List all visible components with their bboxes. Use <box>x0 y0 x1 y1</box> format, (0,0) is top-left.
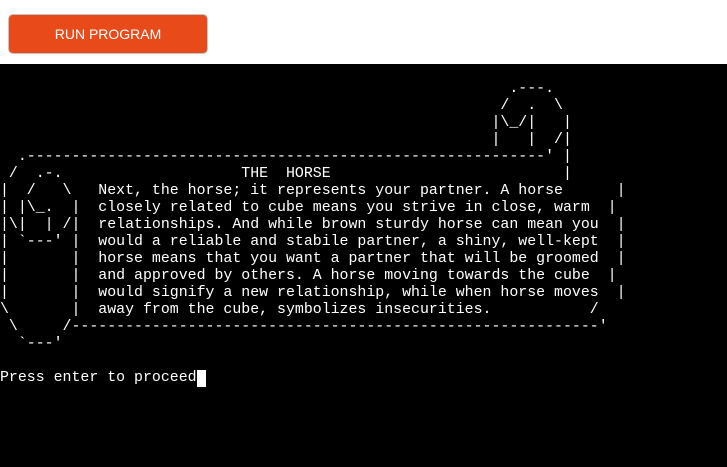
text-cursor <box>196 370 206 387</box>
card-ascii-art: .---. / . \ |\_/| | | | /| .------------… <box>0 81 626 352</box>
top-bar: RUN PROGRAM <box>0 0 727 64</box>
proceed-prompt: Press enter to proceed <box>0 370 197 386</box>
terminal[interactable]: .---. / . \ |\_/| | | | /| .------------… <box>0 64 727 467</box>
input-prompt-line[interactable]: Press enter to proceed <box>0 370 206 387</box>
run-program-button[interactable]: RUN PROGRAM <box>8 14 208 54</box>
